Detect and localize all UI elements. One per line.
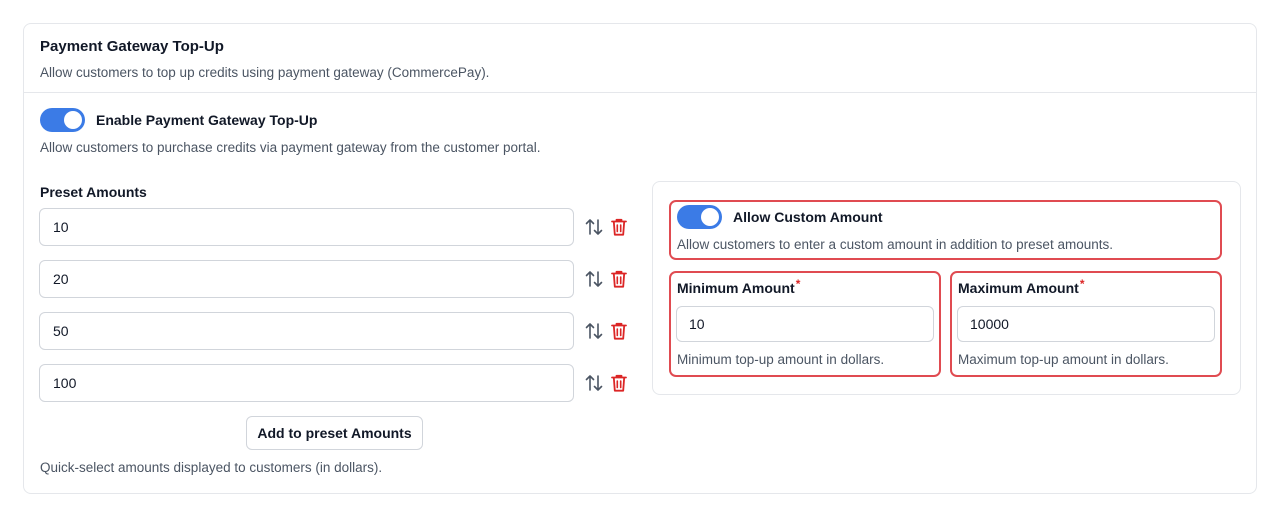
minimum-amount-input[interactable] bbox=[676, 306, 934, 342]
maximum-amount-label-text: Maximum Amount bbox=[958, 280, 1079, 296]
trash-icon[interactable] bbox=[610, 321, 628, 341]
preset-row bbox=[39, 260, 639, 298]
allow-custom-amount-toggle[interactable] bbox=[677, 205, 722, 229]
preset-amount-input[interactable] bbox=[39, 312, 574, 350]
add-preset-amount-button[interactable]: Add to preset Amounts bbox=[246, 416, 423, 450]
sort-arrows-icon[interactable] bbox=[584, 270, 604, 288]
preset-amount-input[interactable] bbox=[39, 364, 574, 402]
preset-amounts-help: Quick-select amounts displayed to custom… bbox=[40, 460, 383, 475]
toggle-knob bbox=[701, 208, 719, 226]
minimum-amount-help: Minimum top-up amount in dollars. bbox=[677, 352, 885, 367]
toggle-knob bbox=[64, 111, 82, 129]
preset-row bbox=[39, 364, 639, 402]
section-title: Payment Gateway Top-Up bbox=[40, 38, 224, 55]
minimum-amount-label-text: Minimum Amount bbox=[677, 280, 795, 296]
preset-row bbox=[39, 208, 639, 246]
required-mark: * bbox=[795, 277, 801, 291]
allow-custom-amount-label: Allow Custom Amount bbox=[733, 209, 883, 225]
sort-arrows-icon[interactable] bbox=[584, 322, 604, 340]
enable-topup-label: Enable Payment Gateway Top-Up bbox=[96, 112, 318, 128]
preset-amount-input[interactable] bbox=[39, 208, 574, 246]
maximum-amount-input[interactable] bbox=[957, 306, 1215, 342]
custom-amount-panel: Allow Custom Amount Allow customers to e… bbox=[652, 181, 1241, 395]
preset-amounts-heading: Preset Amounts bbox=[40, 184, 147, 200]
trash-icon[interactable] bbox=[610, 217, 628, 237]
minimum-amount-label: Minimum Amount* bbox=[677, 277, 801, 296]
trash-icon[interactable] bbox=[610, 269, 628, 289]
sort-arrows-icon[interactable] bbox=[584, 218, 604, 236]
maximum-amount-label: Maximum Amount* bbox=[958, 277, 1085, 296]
allow-custom-amount-description: Allow customers to enter a custom amount… bbox=[677, 237, 1113, 252]
enable-topup-toggle[interactable] bbox=[40, 108, 85, 132]
preset-amount-input[interactable] bbox=[39, 260, 574, 298]
section-description: Allow customers to top up credits using … bbox=[40, 65, 490, 80]
card-header: Payment Gateway Top-Up Allow customers t… bbox=[24, 24, 1256, 93]
enable-topup-description: Allow customers to purchase credits via … bbox=[40, 140, 541, 155]
trash-icon[interactable] bbox=[610, 373, 628, 393]
preset-row bbox=[39, 312, 639, 350]
maximum-amount-help: Maximum top-up amount in dollars. bbox=[958, 352, 1169, 367]
sort-arrows-icon[interactable] bbox=[584, 374, 604, 392]
payment-gateway-topup-card: Payment Gateway Top-Up Allow customers t… bbox=[23, 23, 1257, 494]
required-mark: * bbox=[1079, 277, 1085, 291]
